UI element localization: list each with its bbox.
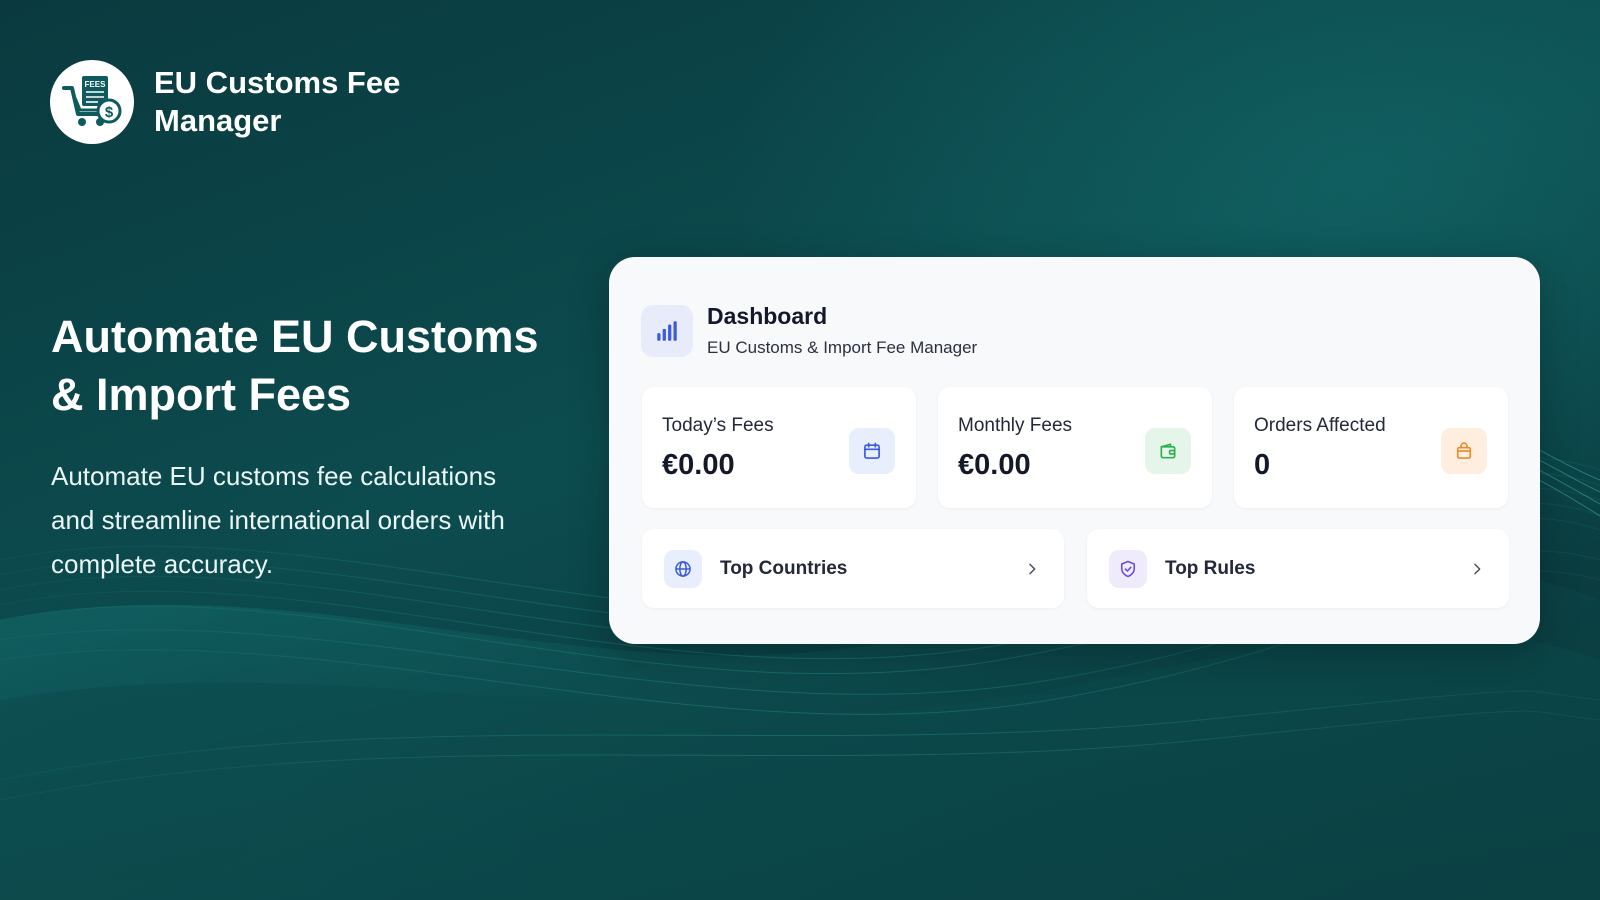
stat-value: €0.00: [958, 449, 1031, 481]
bar-chart-icon: [641, 304, 693, 357]
shopping-bag-icon: [1441, 428, 1487, 474]
chevron-right-icon: [1474, 563, 1481, 574]
stat-label: Orders Affected: [1254, 415, 1386, 436]
top-rules-label: Top Rules: [1165, 557, 1256, 579]
stat-card-todays-fees: Today’s Fees €0.00: [642, 387, 916, 508]
top-rules-link[interactable]: Top Rules: [1087, 529, 1509, 608]
stat-value: €0.00: [662, 449, 735, 481]
hero-title-line2: & Import Fees: [51, 369, 352, 420]
shield-check-icon: [1109, 549, 1147, 588]
brand-name-line2: Manager: [154, 103, 282, 138]
stat-value: 0: [1254, 449, 1271, 481]
brand-name: EU Customs Fee Manager: [154, 64, 414, 140]
hero: Automate EU Customs & Import Fees Automa…: [51, 308, 571, 586]
hero-title: Automate EU Customs & Import Fees: [51, 308, 571, 424]
cart-fees-dollar-icon: FEES $: [50, 60, 134, 144]
wallet-icon: [1145, 428, 1191, 474]
top-countries-link[interactable]: Top Countries: [642, 529, 1064, 608]
dashboard-card: Dashboard EU Customs & Import Fee Manage…: [609, 257, 1540, 644]
brand: FEES $ EU Customs Fee Manager: [50, 60, 414, 144]
dashboard-subtitle: EU Customs & Import Fee Manager: [707, 338, 978, 357]
stat-label: Today’s Fees: [662, 415, 774, 436]
hero-title-line1: Automate EU Customs: [51, 311, 539, 362]
brand-name-line1: EU Customs Fee: [154, 65, 401, 100]
links-row: Top Countries Top Rules: [642, 529, 1509, 608]
stat-card-monthly-fees: Monthly Fees €0.00: [938, 387, 1212, 508]
top-countries-label: Top Countries: [720, 557, 848, 579]
hero-description: Automate EU customs fee calculations and…: [51, 461, 505, 579]
dashboard-header: Dashboard EU Customs & Import Fee Manage…: [641, 303, 977, 358]
svg-text:$: $: [105, 104, 114, 121]
logo-fees-text: FEES: [85, 80, 107, 89]
stat-card-orders-affected: Orders Affected 0: [1234, 387, 1508, 508]
stats-row: Today’s Fees €0.00 Monthly Fees €0.00 Or…: [642, 387, 1508, 508]
dashboard-title: Dashboard: [707, 303, 828, 329]
globe-icon: [664, 549, 702, 588]
calendar-icon: [849, 428, 895, 474]
stat-label: Monthly Fees: [958, 415, 1073, 436]
chevron-right-icon: [1029, 563, 1036, 574]
